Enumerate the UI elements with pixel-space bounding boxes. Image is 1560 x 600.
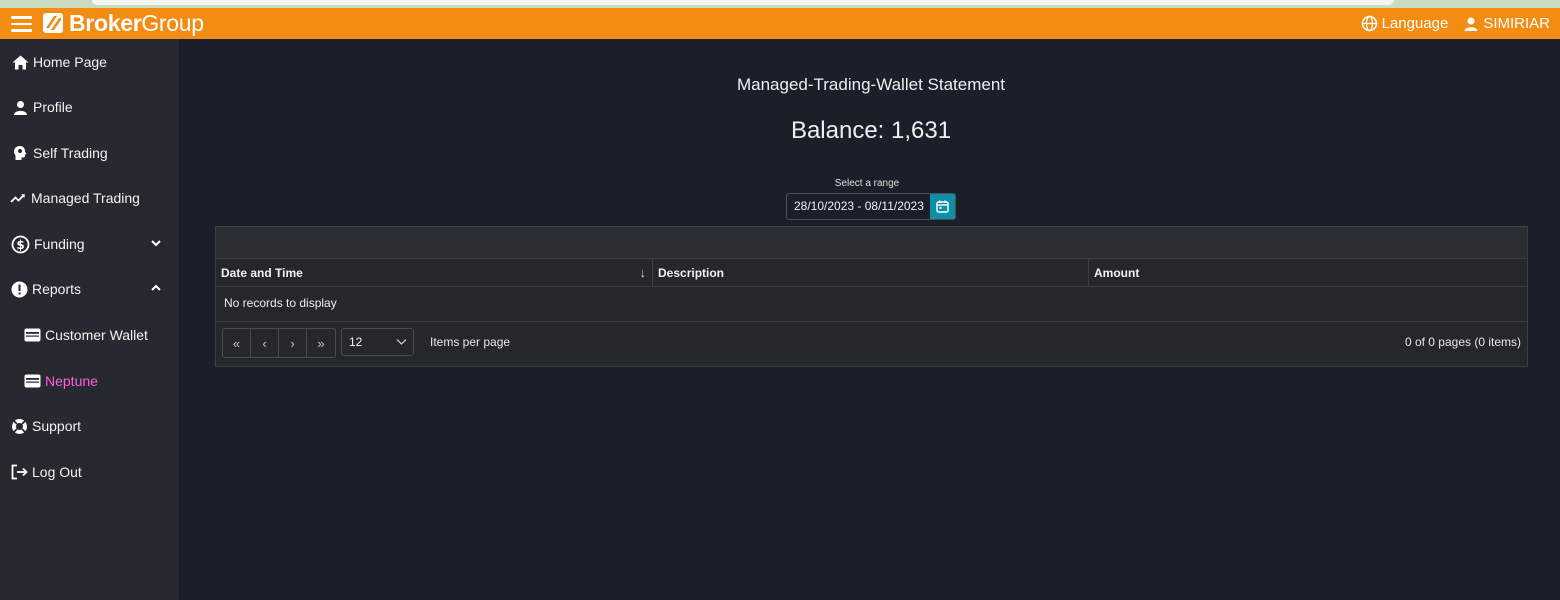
column-header-label: Description [658,266,725,280]
column-header-label: Date and Time [221,266,303,280]
statement-grid: Date and Time ↓ Description Amount No re… [215,226,1528,367]
pager: « ‹ › » 12 Items per page 0 of 0 pages (… [216,322,1527,366]
main-content: Managed-Trading-Wallet Statement Balance… [179,39,1560,600]
hamburger-menu-icon[interactable] [11,16,32,32]
page-size-select[interactable]: 12 [341,328,414,356]
globe-icon [1361,15,1377,32]
sidebar-item-self-trading[interactable]: Self Trading [0,138,179,168]
sidebar-item-neptune[interactable]: Neptune [0,366,179,396]
home-icon [11,53,29,71]
page-size-value: 12 [349,335,363,349]
sidebar-item-label: Profile [33,99,73,115]
sidebar-item-label: Log Out [32,464,82,480]
user-name: SIMIRIAR [1483,15,1550,32]
sidebar-item-home[interactable]: Home Page [0,47,179,77]
chevron-down-icon [396,339,407,345]
head-icon [11,144,29,162]
top-header: BrokerGroup Language SIMIRIAR [0,8,1560,39]
user-menu[interactable]: SIMIRIAR [1463,15,1550,32]
sidebar-item-managed-trading[interactable]: Managed Trading [0,183,179,213]
last-page-button[interactable]: » [307,329,335,357]
column-header-date-time[interactable]: Date and Time ↓ [216,259,653,286]
page-title: Managed-Trading-Wallet Statement [736,75,1006,94]
lifebuoy-icon [10,417,28,435]
sidebar-item-label: Funding [34,236,85,252]
calendar-button[interactable] [930,194,955,219]
date-range-picker[interactable]: 28/10/2023 - 08/11/2023 [786,193,956,220]
sidebar-item-logout[interactable]: Log Out [0,457,179,487]
page-info: 0 of 0 pages (0 items) [1404,335,1521,349]
sidebar-item-label: Customer Wallet [45,327,148,343]
sidebar-item-profile[interactable]: Profile [0,92,179,122]
column-header-label: Amount [1094,266,1140,280]
logo-mark-icon [43,13,63,33]
wallet-icon [23,326,41,344]
user-icon [1464,17,1478,31]
chevron-up-icon[interactable] [150,282,162,294]
sort-descending-icon[interactable]: ↓ [640,259,647,287]
brand-name: BrokerGroup [69,10,204,36]
grid-header-row: Date and Time ↓ Description Amount [216,259,1527,287]
brand-light: Group [141,10,204,36]
language-selector[interactable]: Language [1361,15,1449,32]
pager-nav: « ‹ › » [222,328,336,358]
trend-icon [9,189,27,207]
sidebar: Home Page Profile Self Trading Managed T… [0,39,179,600]
sidebar-item-label: Support [32,418,82,434]
address-bar[interactable] [92,0,1394,5]
sidebar-item-support[interactable]: Support [0,411,179,441]
language-label: Language [1381,15,1449,32]
sidebar-item-label: Home Page [33,54,107,70]
sidebar-item-label: Reports [32,281,82,297]
date-range-input[interactable]: 28/10/2023 - 08/11/2023 [787,194,930,219]
sidebar-item-customer-wallet[interactable]: Customer Wallet [0,320,179,350]
svg-text:$: $ [16,238,24,252]
items-per-page-label: Items per page [430,335,511,349]
sidebar-item-label: Managed Trading [31,190,140,206]
chevron-down-icon[interactable] [150,237,162,249]
column-header-amount[interactable]: Amount [1089,259,1527,286]
next-page-button[interactable]: › [279,329,307,357]
logout-icon [10,463,28,481]
person-icon [11,98,29,116]
empty-message: No records to display [216,287,1527,322]
calendar-icon [936,200,949,213]
range-label: Select a range [834,178,900,189]
sidebar-item-label: Neptune [45,373,98,389]
browser-strip [0,0,1560,8]
alert-icon [10,280,28,298]
sidebar-item-reports[interactable]: Reports [0,274,179,304]
sidebar-item-funding[interactable]: $ Funding [0,229,179,259]
funding-icon: $ [10,235,30,253]
brand-logo[interactable]: BrokerGroup [42,10,204,36]
brand-bold: Broker [69,10,142,36]
balance-display: Balance: 1,631 [790,117,952,144]
prev-page-button[interactable]: ‹ [251,329,279,357]
column-header-description[interactable]: Description [653,259,1089,286]
wallet-icon [23,372,41,390]
sidebar-item-label: Self Trading [33,145,108,161]
first-page-button[interactable]: « [223,329,251,357]
grid-toolbar [216,227,1527,259]
